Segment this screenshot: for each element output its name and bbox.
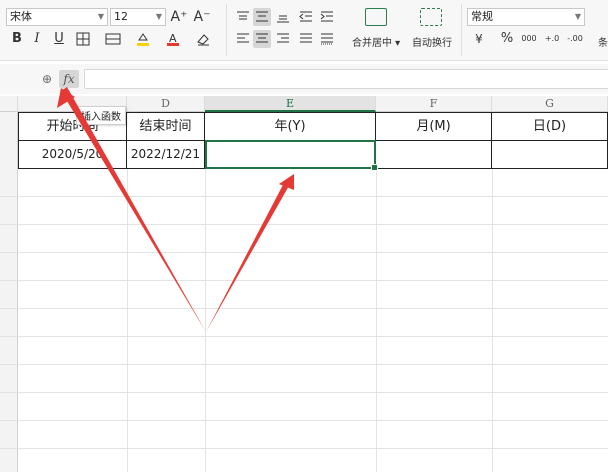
currency-icon: ¥ bbox=[475, 32, 483, 46]
align-top-icon[interactable] bbox=[234, 8, 252, 26]
grid-line bbox=[0, 280, 608, 281]
fill-color-icon[interactable] bbox=[134, 30, 152, 48]
cell-day[interactable] bbox=[492, 141, 608, 169]
borders-icon[interactable] bbox=[74, 30, 92, 48]
column-header-e[interactable]: E bbox=[205, 96, 376, 112]
cell-end-date[interactable]: 2022/12/21 bbox=[127, 141, 205, 169]
grid-line bbox=[0, 448, 608, 449]
grid-line bbox=[0, 420, 608, 421]
formula-input[interactable] bbox=[84, 69, 608, 89]
bold-button[interactable]: B bbox=[8, 30, 26, 48]
grid-line bbox=[492, 169, 493, 472]
toolbar-divider bbox=[461, 4, 462, 56]
justify-icon[interactable] bbox=[297, 30, 315, 48]
indent-increase-icon[interactable] bbox=[318, 8, 336, 26]
header-cell-day[interactable]: 日(D) bbox=[492, 112, 608, 141]
font-name-select[interactable]: 宋体 ▼ bbox=[6, 8, 108, 26]
insert-function-button[interactable]: fx bbox=[59, 70, 79, 88]
column-header-g[interactable]: G bbox=[492, 96, 608, 112]
fill-handle[interactable] bbox=[371, 164, 378, 171]
wrap-text-icon[interactable] bbox=[420, 8, 442, 26]
increase-decimal-button[interactable]: +.0 bbox=[543, 30, 561, 48]
grid-line bbox=[0, 308, 608, 309]
chevron-down-icon: ▼ bbox=[155, 12, 162, 21]
chevron-down-icon: ▼ bbox=[97, 12, 104, 21]
formula-bar: ⊕ fx bbox=[0, 64, 608, 94]
align-center-icon[interactable] bbox=[253, 30, 271, 48]
thousands-separator-button[interactable]: 000 bbox=[520, 30, 538, 48]
arrow-to-year-cell bbox=[206, 181, 290, 332]
distributed-align-icon[interactable] bbox=[318, 30, 336, 48]
merge-center-icon[interactable] bbox=[365, 8, 387, 26]
header-cell-end-time[interactable]: 结束时间 bbox=[127, 112, 205, 141]
cell-month[interactable] bbox=[376, 141, 492, 169]
align-middle-icon[interactable] bbox=[253, 8, 271, 26]
number-format-value: 常规 bbox=[471, 10, 493, 23]
decrease-decimal-button[interactable]: -.00 bbox=[566, 30, 584, 48]
corner-header[interactable] bbox=[0, 96, 18, 112]
align-bottom-icon[interactable] bbox=[274, 8, 292, 26]
percent-button[interactable]: % bbox=[498, 30, 516, 48]
underline-button[interactable]: U bbox=[50, 30, 68, 48]
toolbar-divider bbox=[226, 4, 227, 56]
wrap-text-button[interactable]: 自动换行 bbox=[412, 34, 452, 49]
grow-font-button[interactable]: A⁺ bbox=[170, 8, 188, 26]
number-format-select[interactable]: 常规 ▼ bbox=[467, 8, 585, 26]
row-header-strip[interactable] bbox=[0, 112, 18, 472]
column-header-f[interactable]: F bbox=[376, 96, 492, 112]
grid-line bbox=[0, 196, 608, 197]
font-color-icon[interactable]: A bbox=[164, 30, 182, 48]
align-left-icon[interactable] bbox=[234, 30, 252, 48]
ribbon-toolbar: 宋体 ▼ 12 ▼ A⁺ A⁻ B I U A 合并居中 ▾ 自动换行 常规 ▼… bbox=[0, 0, 608, 61]
grid-line bbox=[127, 169, 128, 472]
grid-line bbox=[376, 169, 377, 472]
font-size-select[interactable]: 12 ▼ bbox=[110, 8, 166, 26]
grid-line bbox=[205, 169, 206, 472]
zoom-icon[interactable]: ⊕ bbox=[38, 70, 56, 88]
header-cell-year[interactable]: 年(Y) bbox=[205, 112, 376, 141]
grid-line bbox=[0, 336, 608, 337]
font-name-value: 宋体 bbox=[10, 10, 32, 23]
grid-line bbox=[0, 364, 608, 365]
clear-format-icon[interactable] bbox=[194, 30, 212, 48]
shrink-font-button[interactable]: A⁻ bbox=[193, 8, 211, 26]
insert-function-tooltip: 插入函数 bbox=[76, 106, 126, 125]
merge-center-label: 合并居中 bbox=[352, 38, 392, 49]
italic-button[interactable]: I bbox=[28, 30, 46, 48]
currency-button[interactable]: ¥ bbox=[470, 30, 488, 48]
align-right-icon[interactable] bbox=[274, 30, 292, 48]
grid-line bbox=[0, 252, 608, 253]
column-header-d[interactable]: D bbox=[127, 96, 205, 112]
indent-decrease-icon[interactable] bbox=[297, 8, 315, 26]
conditional-format-button[interactable]: 条 bbox=[598, 34, 608, 49]
grid-line bbox=[0, 224, 608, 225]
arrowhead-icon bbox=[279, 174, 294, 190]
merge-center-button[interactable]: 合并居中 ▾ bbox=[352, 34, 400, 49]
font-size-value: 12 bbox=[114, 10, 128, 23]
cell-start-date[interactable]: 2020/5/20 bbox=[18, 141, 127, 169]
grid-line bbox=[0, 392, 608, 393]
chevron-down-icon: ▼ bbox=[574, 12, 581, 21]
header-cell-month[interactable]: 月(M) bbox=[376, 112, 492, 141]
cell-style-icon[interactable] bbox=[104, 30, 122, 48]
active-cell-selection[interactable] bbox=[205, 140, 378, 171]
